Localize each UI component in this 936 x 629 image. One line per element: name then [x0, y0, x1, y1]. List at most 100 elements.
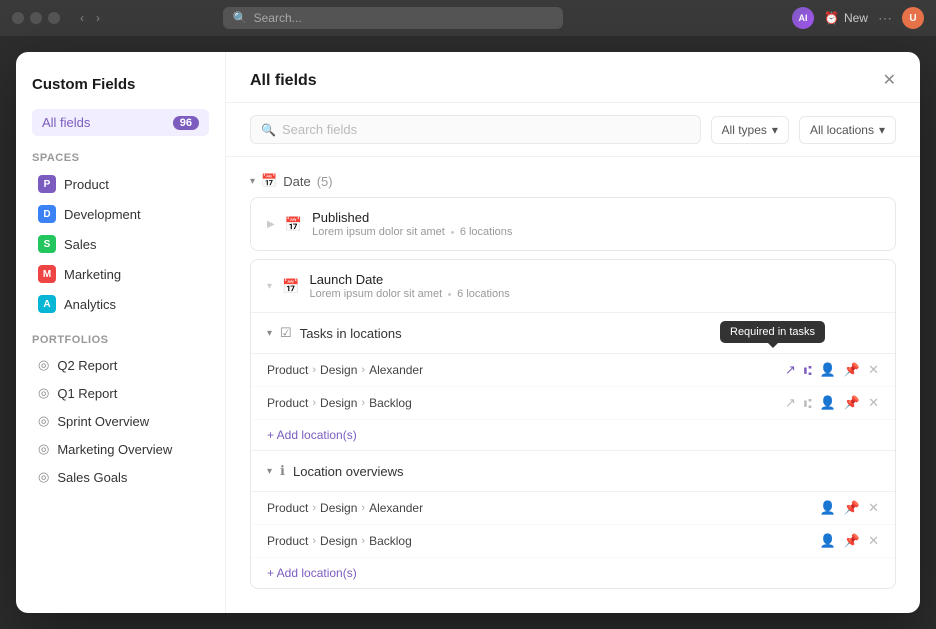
launch-date-field-info: Launch Date Lorem ipsum dolor sit amet 6… — [309, 272, 879, 300]
traffic-light-maximize[interactable] — [48, 12, 60, 24]
user-icon[interactable]: 👤 — [820, 500, 836, 516]
sidebar-item-marketing-overview[interactable]: ◎ Marketing Overview — [32, 436, 209, 462]
path-separator: › — [312, 502, 316, 514]
sidebar-item-sales-goals[interactable]: ◎ Sales Goals — [32, 464, 209, 490]
sidebar-item-sales[interactable]: S Sales — [32, 230, 209, 258]
chevron-down-icon: ▾ — [879, 123, 885, 137]
date-section-title: Date — [283, 174, 310, 189]
q2-report-label: Q2 Report — [57, 358, 117, 373]
expand-icon[interactable]: ▶ — [267, 219, 275, 230]
sales-icon: S — [38, 235, 56, 253]
expand-icon[interactable]: ▾ — [267, 281, 272, 292]
titlebar: ‹ › 🔍 Search... AI ⏰ New ⋯ U — [0, 0, 936, 36]
task-location-row-backlog: Product › Design › Backlog ↗ ⑆ 👤 📌 ✕ — [251, 387, 895, 420]
portfolios-section: Portfolios ◎ Q2 Report ◎ Q1 Report ◎ Spr… — [32, 334, 209, 490]
expand-tasks-toggle[interactable]: ▾ — [267, 328, 272, 339]
location-design: Design — [320, 363, 357, 377]
path-separator: › — [312, 535, 316, 547]
close-icon[interactable]: ✕ — [868, 500, 879, 516]
add-location-button[interactable]: + Add location(s) — [251, 420, 895, 450]
published-field-meta: Lorem ipsum dolor sit amet 6 locations — [312, 226, 879, 238]
close-icon[interactable]: ✕ — [868, 362, 879, 378]
location-actions: 👤 📌 ✕ — [820, 533, 879, 549]
global-search-bar[interactable]: 🔍 Search... — [223, 7, 563, 29]
launch-date-field-main: ▾ 📅 Launch Date Lorem ipsum dolor sit am… — [251, 260, 895, 313]
panel-header: All fields ✕ — [226, 52, 920, 103]
search-placeholder: Search... — [254, 11, 302, 25]
location-product: Product — [267, 501, 308, 515]
published-field-card: ▶ 📅 Published Lorem ipsum dolor sit amet… — [250, 197, 896, 251]
ai-badge[interactable]: AI — [792, 7, 814, 29]
user-icon[interactable]: 👤 — [820, 362, 836, 378]
pin-icon[interactable]: 📌 — [844, 500, 860, 516]
traffic-light-minimize[interactable] — [30, 12, 42, 24]
avatar[interactable]: U — [902, 7, 924, 29]
all-fields-nav[interactable]: All fields 96 — [32, 109, 209, 136]
close-icon[interactable]: ✕ — [868, 533, 879, 549]
date-type-icon: 📅 — [285, 216, 302, 233]
location-product: Product — [267, 363, 308, 377]
date-section-header[interactable]: ▾ 📅 Date (5) — [250, 173, 896, 189]
path-separator: › — [361, 397, 365, 409]
location-design: Design — [320, 396, 357, 410]
add-overview-location-button[interactable]: + Add location(s) — [251, 558, 895, 588]
branch-icon[interactable]: ⑆ — [804, 396, 812, 411]
sidebar-title: Custom Fields — [32, 76, 209, 93]
sidebar-item-q1-report[interactable]: ◎ Q1 Report — [32, 380, 209, 406]
product-icon: P — [38, 175, 56, 193]
spaces-section-title: Spaces — [32, 152, 209, 164]
back-arrow[interactable]: ‹ — [76, 9, 88, 27]
sales-goals-label: Sales Goals — [57, 470, 127, 485]
expand-overviews-toggle[interactable]: ▾ — [267, 466, 272, 477]
external-link-icon[interactable]: ↗ — [785, 395, 796, 411]
grid-icon[interactable]: ⋯ — [878, 10, 892, 27]
location-actions: 👤 📌 ✕ — [820, 500, 879, 516]
launch-date-field-meta: Lorem ipsum dolor sit amet 6 locations — [309, 288, 879, 300]
main-content: Custom Fields All fields 96 Spaces P Pro… — [0, 36, 936, 629]
close-icon[interactable]: ✕ — [868, 395, 879, 411]
traffic-light-close[interactable] — [12, 12, 24, 24]
analytics-label: Analytics — [64, 297, 116, 312]
search-fields-input[interactable]: 🔍 Search fields — [250, 115, 701, 144]
marketing-label: Marketing — [64, 267, 121, 282]
sidebar-item-sprint-overview[interactable]: ◎ Sprint Overview — [32, 408, 209, 434]
portfolio-icon: ◎ — [38, 441, 49, 457]
branch-icon[interactable]: ⑆ — [804, 363, 812, 378]
filter-locations-button[interactable]: All locations ▾ — [799, 116, 896, 144]
tasks-in-locations-header: ▾ ☑ Tasks in locations Required in tasks — [251, 313, 895, 354]
sidebar-item-product[interactable]: P Product — [32, 170, 209, 198]
traffic-lights — [12, 12, 60, 24]
user-icon[interactable]: 👤 — [820, 395, 836, 411]
development-icon: D — [38, 205, 56, 223]
chevron-down-icon: ▾ — [772, 123, 778, 137]
sidebar: Custom Fields All fields 96 Spaces P Pro… — [16, 52, 226, 613]
sidebar-item-analytics[interactable]: A Analytics — [32, 290, 209, 318]
portfolio-icon: ◎ — [38, 413, 49, 429]
sidebar-item-q2-report[interactable]: ◎ Q2 Report — [32, 352, 209, 378]
pin-icon[interactable]: 📌 — [844, 533, 860, 549]
meta-separator — [448, 293, 451, 296]
location-path: Product › Design › Alexander — [267, 363, 785, 377]
external-link-icon[interactable]: ↗ — [785, 362, 796, 378]
date-section-count: (5) — [317, 174, 333, 189]
user-icon[interactable]: 👤 — [820, 533, 836, 549]
pin-icon[interactable]: 📌 — [844, 362, 860, 378]
location-alexander: Alexander — [369, 501, 423, 515]
close-button[interactable]: ✕ — [883, 73, 896, 89]
add-location-label: + Add location(s) — [267, 428, 357, 442]
search-icon: 🔍 — [261, 123, 276, 137]
development-label: Development — [64, 207, 141, 222]
date-type-icon: 📅 — [282, 278, 299, 295]
filter-types-button[interactable]: All types ▾ — [711, 116, 789, 144]
location-path: Product › Design › Backlog — [267, 396, 785, 410]
location-backlog: Backlog — [369, 534, 412, 548]
portfolio-icon: ◎ — [38, 385, 49, 401]
pin-icon[interactable]: 📌 — [844, 395, 860, 411]
launch-date-field-card: ▾ 📅 Launch Date Lorem ipsum dolor sit am… — [250, 259, 896, 589]
forward-arrow[interactable]: › — [92, 9, 104, 27]
sidebar-item-development[interactable]: D Development — [32, 200, 209, 228]
sidebar-item-marketing[interactable]: M Marketing — [32, 260, 209, 288]
all-fields-label: All fields — [42, 115, 90, 130]
new-button[interactable]: ⏰ New — [824, 11, 868, 25]
q1-report-label: Q1 Report — [57, 386, 117, 401]
